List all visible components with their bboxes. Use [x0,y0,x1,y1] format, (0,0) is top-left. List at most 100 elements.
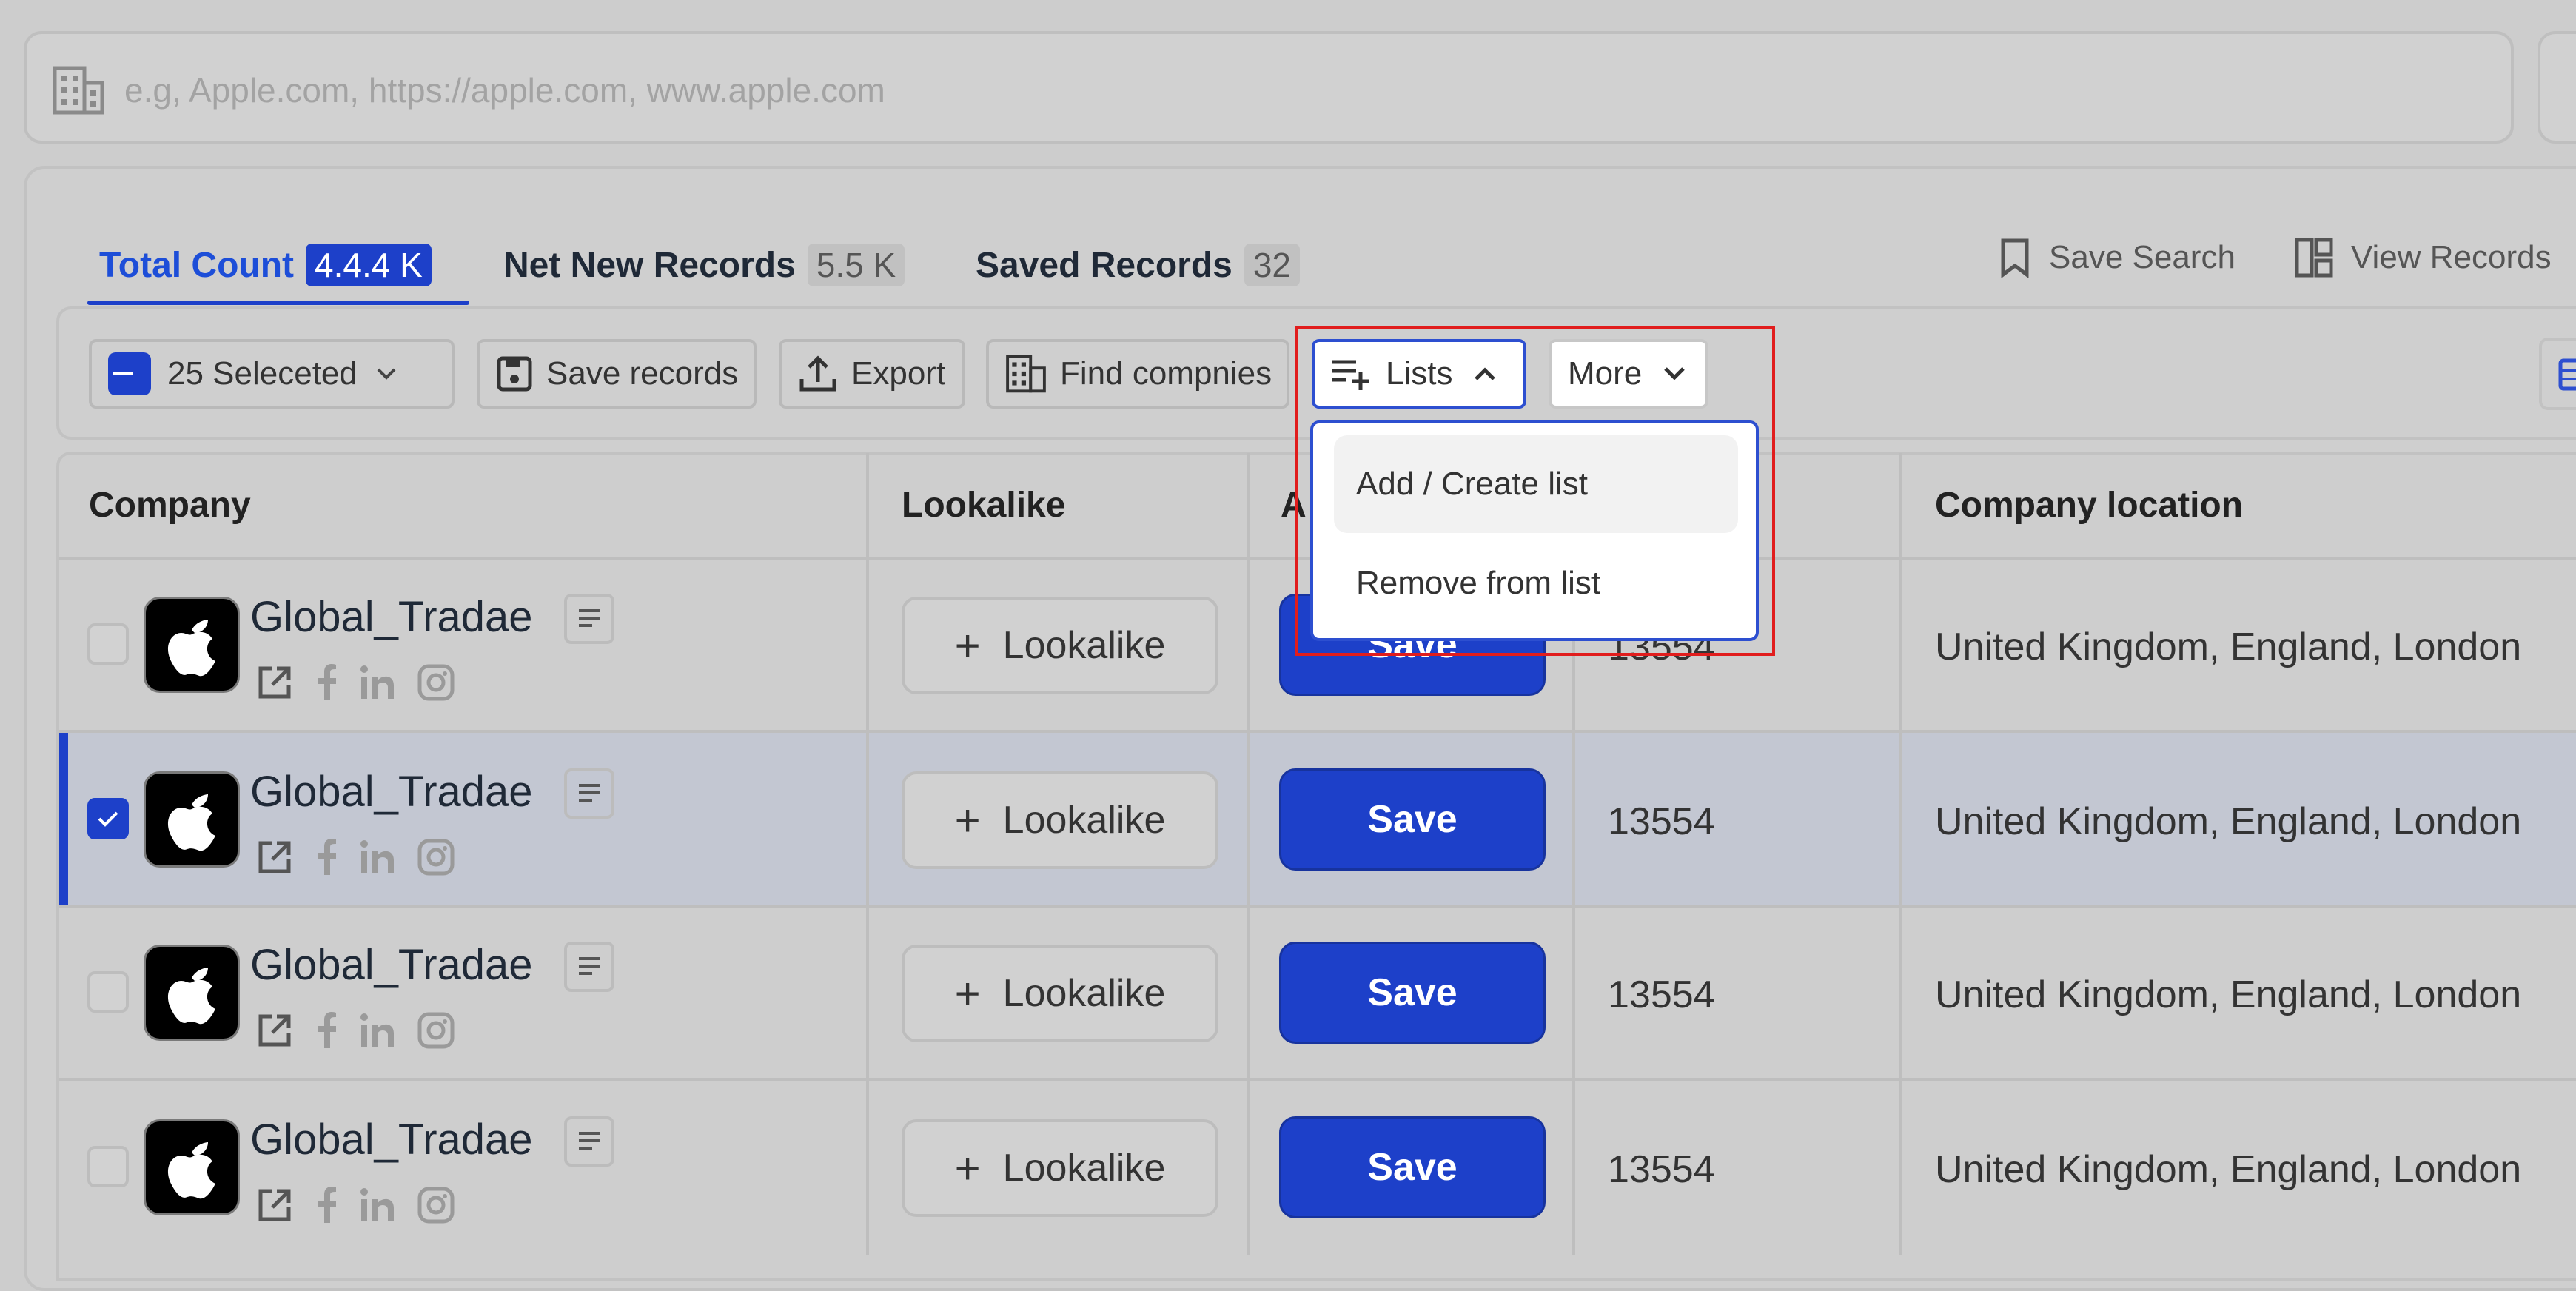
lookalike-label: Lookalike [1002,972,1166,1015]
company-name[interactable]: Global_Tradae [250,592,533,642]
external-link-icon[interactable] [256,1012,293,1049]
view-records-label: View Records [2351,239,2552,275]
linkedin-icon[interactable] [360,1187,395,1223]
check-icon [98,811,118,827]
table-divider [59,905,2576,908]
social-links [256,663,455,702]
add-lookalike-button[interactable]: + Lookalike [902,771,1218,869]
company-location: United Kingdom, England, London [1935,800,2522,843]
add-lookalike-button[interactable]: + Lookalike [902,1119,1218,1217]
facebook-icon[interactable] [315,1011,338,1050]
tab-net-new-records[interactable]: Net New Records 5.5 K [503,237,905,293]
instagram-icon[interactable] [417,1187,455,1224]
company-logo [144,1119,240,1215]
tab-label: Net New Records [503,245,796,285]
selected-row-indicator [59,733,68,905]
instagram-icon[interactable] [417,1012,455,1049]
row-checkbox[interactable] [87,798,129,839]
company-logo [144,771,240,868]
save-records-button[interactable]: Save records [477,339,757,409]
lookalike-label: Lookalike [1002,799,1166,842]
save-company-button[interactable]: Save [1279,942,1546,1044]
company-location: United Kingdom, England, London [1935,1148,2522,1191]
find-companies-label: Find compnies [1060,355,1272,392]
tab-label: Saved Records [976,245,1232,285]
domain-search-bar [24,31,2514,144]
table-settings-button[interactable] [2539,338,2576,410]
company-logo [144,597,240,693]
instagram-icon[interactable] [417,664,455,701]
company-name[interactable]: Global_Tradae [250,940,533,990]
search-side-button[interactable] [2538,31,2576,144]
upload-icon [799,355,836,392]
facebook-icon[interactable] [315,663,338,702]
find-companies-button[interactable]: Find compnies [986,339,1289,409]
row-checkbox[interactable] [87,623,129,665]
company-location: United Kingdom, England, London [1935,973,2522,1016]
social-links [256,1186,455,1224]
facebook-icon[interactable] [315,838,338,876]
column-divider [1247,453,1250,1255]
tab-count-badge: 32 [1244,244,1300,286]
column-header-company-location[interactable]: Company location [1935,452,2243,558]
save-records-label: Save records [546,355,739,392]
lookalike-label: Lookalike [1002,1147,1166,1190]
table-divider [59,1078,2576,1081]
plus-icon: + [954,620,981,671]
social-links [256,838,455,876]
plus-icon: + [954,968,981,1019]
external-link-icon[interactable] [256,664,293,701]
column-divider [1899,453,1902,1255]
external-link-icon[interactable] [256,1187,293,1224]
tab-saved-records[interactable]: Saved Records 32 [976,237,1300,293]
tab-count-badge: 4.4.4 K [306,244,432,286]
employee-count: 13554 [1608,800,1715,843]
instagram-icon[interactable] [417,839,455,876]
company-logo [144,945,240,1041]
apple-logo-icon [167,794,215,851]
selected-count-dropdown[interactable]: 25 Seleceted [89,339,455,409]
company-name[interactable]: Global_Tradae [250,1115,533,1164]
export-button[interactable]: Export [779,339,965,409]
selected-count-label: 25 Seleceted [167,355,358,392]
row-checkbox[interactable] [87,971,129,1013]
plus-icon: + [954,1143,981,1193]
facebook-icon[interactable] [315,1186,338,1224]
focus-highlight-box [1295,326,1775,656]
linkedin-icon[interactable] [360,1013,395,1048]
column-header-company[interactable]: Company [89,452,251,558]
export-label: Export [851,355,946,392]
external-link-icon[interactable] [256,839,293,876]
employee-count: 13554 [1608,973,1715,1016]
building-icon [1006,355,1046,393]
view-records-button[interactable]: View Records [2295,234,2552,281]
columns-icon [2558,358,2576,391]
note-icon[interactable] [564,942,614,992]
add-lookalike-button[interactable]: + Lookalike [902,945,1218,1042]
tab-label: Total Count [99,245,295,285]
bookmark-icon [2001,238,2029,278]
employee-count: 13554 [1608,1148,1715,1191]
domain-search-input[interactable] [123,56,1606,124]
tab-total-count[interactable]: Total Count 4.4.4 K [99,237,432,293]
row-checkbox[interactable] [87,1146,129,1187]
note-icon[interactable] [564,1116,614,1167]
column-header-lookalike[interactable]: Lookalike [902,452,1065,558]
save-search-button[interactable]: Save Search [1999,234,2235,281]
linkedin-icon[interactable] [360,665,395,700]
plus-icon: + [954,795,981,845]
social-links [256,1011,455,1050]
linkedin-icon[interactable] [360,839,395,875]
bulk-select-checkbox[interactable] [108,352,151,395]
save-company-button[interactable]: Save [1279,1116,1546,1218]
note-icon[interactable] [564,768,614,819]
apple-logo-icon [167,1142,215,1199]
apple-logo-icon [167,620,215,677]
company-name[interactable]: Global_Tradae [250,767,533,816]
add-lookalike-button[interactable]: + Lookalike [902,597,1218,694]
chevron-down-icon [377,368,396,380]
note-icon[interactable] [564,594,614,644]
save-icon [497,356,532,392]
save-company-button[interactable]: Save [1279,768,1546,871]
building-icon [53,66,104,115]
